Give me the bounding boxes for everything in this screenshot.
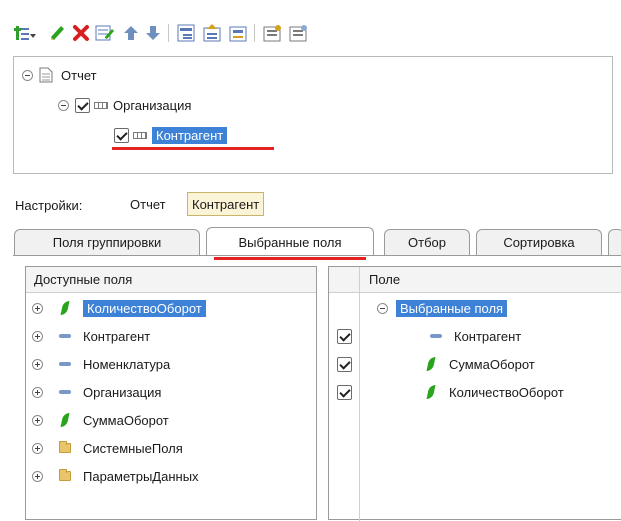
selected-fields-panel: Поле Выбранные поля Контрагент СуммаОбор… xyxy=(328,266,621,521)
row-label: Контрагент xyxy=(454,328,522,344)
table-row[interactable]: КоличествоОборот xyxy=(337,379,564,405)
resource-icon xyxy=(60,413,70,427)
selected-group-label: Выбранные поля xyxy=(396,299,508,317)
row-checkbox[interactable] xyxy=(337,356,352,372)
tab-underline xyxy=(214,257,366,260)
resource-icon xyxy=(426,357,436,371)
dimension-icon xyxy=(430,334,442,338)
collapse-icon[interactable] xyxy=(22,69,33,81)
tree-node-selected[interactable]: Контрагент xyxy=(114,125,228,145)
list-item[interactable]: ПараметрыДанных xyxy=(26,463,199,489)
row-checkbox[interactable] xyxy=(337,328,352,344)
edit-list-button[interactable] xyxy=(94,22,116,44)
list-item-label: Номенклатура xyxy=(83,356,171,372)
tree-selected-label: Контрагент xyxy=(152,126,228,144)
selected-checkbox[interactable] xyxy=(114,127,129,143)
group-up-icon xyxy=(203,24,221,42)
list-item[interactable]: СистемныеПоля xyxy=(26,435,183,461)
list-item-label: СуммаОборот xyxy=(83,412,169,428)
row-label: СуммаОборот xyxy=(449,356,535,372)
dimension-icon xyxy=(59,334,71,338)
dimension-icon xyxy=(59,390,71,394)
expand-icon[interactable] xyxy=(32,442,43,454)
available-fields-panel: Доступные поля КоличествоОборот Контраге… xyxy=(25,266,317,520)
settings-alt-icon xyxy=(289,25,307,42)
ungroup-icon xyxy=(229,26,247,42)
add-group-icon xyxy=(14,26,36,40)
row-label: КоличествоОборот xyxy=(449,384,564,400)
table-row[interactable]: Контрагент xyxy=(337,323,521,349)
toolbar-separator xyxy=(168,24,169,42)
resource-icon xyxy=(426,385,436,399)
table-row[interactable]: СуммаОборот xyxy=(337,351,535,377)
list-item-label: ПараметрыДанных xyxy=(83,468,199,484)
expand-icon[interactable] xyxy=(32,358,43,370)
highlight-underline xyxy=(112,147,274,150)
structure-tree: Отчет Организация Контрагент xyxy=(13,56,613,174)
settings-label: Настройки: xyxy=(15,198,83,213)
selected-group-row[interactable]: Выбранные поля xyxy=(377,295,508,321)
selected-fields-header: Поле xyxy=(329,267,621,293)
edit-list-icon xyxy=(95,25,114,41)
move-down-icon xyxy=(146,26,160,40)
settings-crumb-current[interactable]: Контрагент xyxy=(187,192,265,216)
tree-node-group[interactable]: Организация xyxy=(58,95,191,115)
toolbar-separator xyxy=(254,24,255,42)
list-item[interactable]: Контрагент xyxy=(26,323,150,349)
tree-node-root[interactable]: Отчет xyxy=(22,65,97,85)
resource-icon xyxy=(60,301,70,315)
group-icon xyxy=(177,24,195,42)
list-item[interactable]: СуммаОборот xyxy=(26,407,169,433)
collapse-icon[interactable] xyxy=(377,302,388,314)
collapse-icon[interactable] xyxy=(58,99,69,111)
list-item[interactable]: КоличествоОборот xyxy=(26,295,206,321)
toolbar xyxy=(0,0,621,48)
tree-root-label: Отчет xyxy=(61,67,97,83)
report-icon xyxy=(39,67,53,83)
move-down-button[interactable] xyxy=(142,22,164,44)
move-up-icon xyxy=(124,26,138,40)
list-item-label: КоличествоОборот xyxy=(83,299,206,317)
settings-crumb-report[interactable]: Отчет xyxy=(126,192,170,216)
available-fields-header: Доступные поля xyxy=(26,267,316,293)
tabs-baseline xyxy=(13,255,621,256)
list-item[interactable]: Номенклатура xyxy=(26,351,170,377)
folder-icon xyxy=(59,441,71,453)
tab-sort[interactable]: Сортировка xyxy=(476,229,602,255)
tree-group-label: Организация xyxy=(113,97,192,113)
expand-icon[interactable] xyxy=(32,330,43,342)
settings-alt-button[interactable] xyxy=(288,22,310,44)
dimension-icon xyxy=(59,362,71,366)
tab-more[interactable] xyxy=(608,229,621,255)
edit-button[interactable] xyxy=(46,22,68,44)
row-checkbox[interactable] xyxy=(337,384,352,400)
group-button[interactable] xyxy=(176,22,198,44)
list-item[interactable]: Организация xyxy=(26,379,161,405)
expand-icon[interactable] xyxy=(32,470,43,482)
settings-icon xyxy=(263,25,281,42)
move-up-button[interactable] xyxy=(120,22,142,44)
expand-icon[interactable] xyxy=(32,302,43,314)
list-item-label: СистемныеПоля xyxy=(83,440,183,456)
grouping-icon xyxy=(94,101,108,109)
tab-grouping-fields[interactable]: Поля группировки xyxy=(14,229,200,255)
add-group-button[interactable] xyxy=(14,22,36,44)
tab-selected-fields[interactable]: Выбранные поля xyxy=(206,227,374,256)
tab-filter[interactable]: Отбор xyxy=(384,229,470,255)
group-up-button[interactable] xyxy=(202,22,224,44)
folder-icon xyxy=(59,469,71,481)
delete-icon xyxy=(73,25,89,41)
list-item-label: Организация xyxy=(83,384,162,400)
group-checkbox[interactable] xyxy=(75,97,90,113)
settings-button[interactable] xyxy=(262,22,284,44)
ungroup-button[interactable] xyxy=(228,22,250,44)
grouping-icon xyxy=(133,131,147,139)
expand-icon[interactable] xyxy=(32,386,43,398)
delete-button[interactable] xyxy=(70,22,92,44)
edit-icon xyxy=(51,26,64,40)
list-item-label: Контрагент xyxy=(83,328,151,344)
expand-icon[interactable] xyxy=(32,414,43,426)
